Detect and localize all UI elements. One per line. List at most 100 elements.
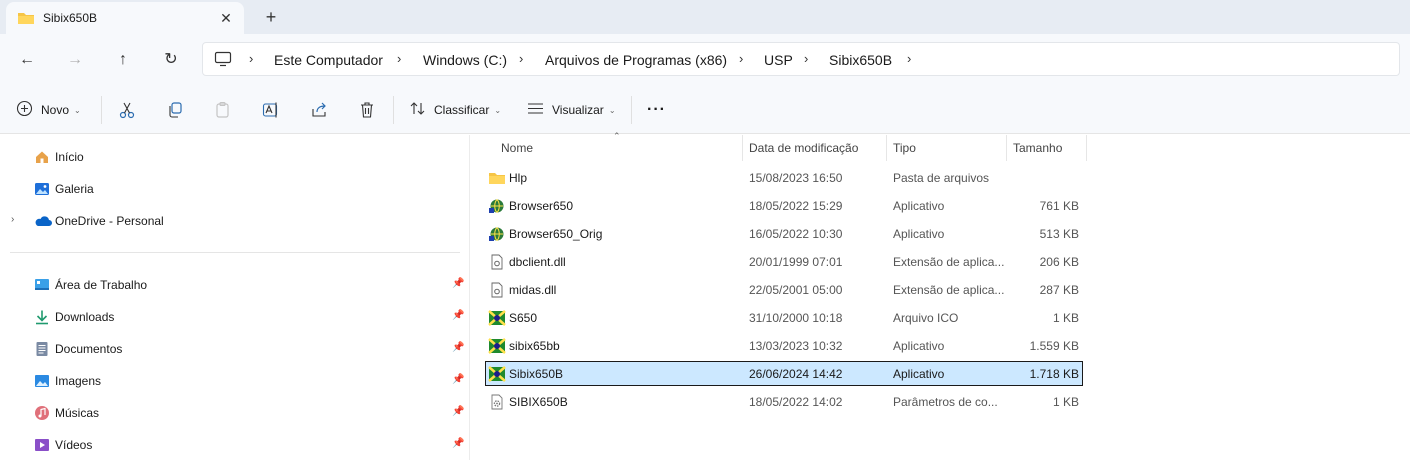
desktop-icon (34, 277, 50, 293)
pin-icon[interactable]: 📌 (452, 438, 464, 449)
sidebar-item-galeria[interactable]: Galeria (0, 177, 470, 201)
pictures-icon (34, 373, 50, 389)
new-tab-button[interactable]: + (262, 7, 280, 27)
breadcrumb-expand-chevron[interactable]: › (907, 51, 911, 66)
file-row-sibix650b-selected[interactable]: Sibix650B 26/06/2024 14:42 Aplicativo 1.… (485, 361, 1083, 386)
sidebar-item-onedrive[interactable]: › OneDrive - Personal (0, 209, 470, 233)
sidebar-item-inicio[interactable]: Início (0, 145, 470, 169)
file-date: 20/01/1999 07:01 (749, 255, 843, 269)
refresh-button[interactable]: ↻ (159, 48, 183, 72)
view-list-icon (527, 100, 544, 120)
dll-icon (488, 282, 506, 298)
sidebar-item-videos[interactable]: Vídeos 📌 (0, 433, 470, 457)
breadcrumb-separator: › (804, 51, 809, 66)
title-bar: Sibix650B ✕ + (0, 0, 1410, 34)
address-bar[interactable]: › Este Computador › Windows (C:) › Arqui… (202, 42, 1400, 76)
file-type: Aplicativo (893, 367, 945, 381)
delete-icon[interactable] (357, 100, 377, 120)
sidebar-item-imagens[interactable]: Imagens 📌 (0, 369, 470, 393)
copy-icon[interactable] (165, 100, 185, 120)
column-header-date[interactable]: Data de modificação (749, 141, 858, 165)
sidebar-item-label: Área de Trabalho (55, 278, 148, 292)
sidebar-item-musicas[interactable]: Músicas 📌 (0, 401, 470, 425)
file-row-dbclient-dll[interactable]: dbclient.dll 20/01/1999 07:01 Extensão d… (485, 249, 1083, 275)
breadcrumb-arquivos-de-programas[interactable]: Arquivos de Programas (x86) (545, 52, 727, 68)
videos-icon (34, 437, 50, 453)
close-tab-icon[interactable]: ✕ (218, 10, 234, 26)
tab-sibix650b[interactable]: Sibix650B ✕ (6, 2, 244, 34)
file-name: midas.dll (509, 283, 557, 297)
pin-icon[interactable]: 📌 (452, 278, 464, 289)
plus-circle-icon (16, 100, 33, 120)
breadcrumb-sibix650b[interactable]: Sibix650B (829, 52, 892, 68)
computer-icon (214, 51, 232, 70)
file-row-browser650[interactable]: Browser650 18/05/2022 15:29 Aplicativo 7… (485, 193, 1083, 219)
new-button[interactable]: Novo ⌄ (16, 100, 81, 120)
sidebar-item-area-de-trabalho[interactable]: Área de Trabalho 📌 (0, 273, 470, 297)
chevron-down-icon: ⌄ (74, 105, 81, 115)
file-size: 1 KB (1052, 395, 1079, 409)
forward-button[interactable]: → (63, 48, 87, 72)
pin-icon[interactable]: 📌 (452, 374, 464, 385)
column-divider[interactable] (1006, 135, 1007, 161)
column-divider[interactable] (1086, 135, 1087, 161)
file-name: Browser650_Orig (509, 227, 603, 241)
file-row-midas-dll[interactable]: midas.dll 22/05/2001 05:00 Extensão de a… (485, 277, 1083, 303)
file-type: Arquivo ICO (893, 311, 959, 325)
sidebar-item-label: Músicas (55, 406, 100, 420)
chevron-down-icon: ⌄ (494, 105, 502, 115)
back-button[interactable]: ← (15, 48, 39, 72)
file-row-sibix650b-ini[interactable]: SIBIX650B 18/05/2022 14:02 Parâmetros de… (485, 389, 1083, 415)
sidebar-item-documentos[interactable]: Documentos 📌 (0, 337, 470, 361)
file-type: Extensão de aplica... (893, 283, 1005, 297)
address-row: ← → ↑ ↻ › Este Computador › Windows (C:)… (0, 34, 1410, 86)
column-divider[interactable] (886, 135, 887, 161)
sibix-icon (488, 310, 506, 326)
column-header-size[interactable]: Tamanho (1013, 141, 1062, 165)
file-row-browser650-orig[interactable]: Browser650_Orig 16/05/2022 10:30 Aplicat… (485, 221, 1083, 247)
file-row-s650[interactable]: S650 31/10/2000 10:18 Arquivo ICO 1 KB (485, 305, 1083, 331)
rename-icon[interactable] (261, 100, 281, 120)
breadcrumb-usp[interactable]: USP (764, 52, 793, 68)
cut-icon[interactable] (117, 100, 137, 120)
file-name: Browser650 (509, 199, 574, 213)
divider (101, 96, 102, 124)
navigation-pane: Início Galeria › OneDrive - Personal Áre… (0, 135, 470, 460)
sort-button[interactable]: Classificar ⌄ (409, 100, 501, 120)
sidebar-item-label: Imagens (55, 374, 102, 388)
file-type: Aplicativo (893, 339, 945, 353)
sidebar-item-label: Vídeos (55, 438, 93, 452)
chevron-right-icon[interactable]: › (11, 214, 14, 225)
file-date: 16/05/2022 10:30 (749, 227, 843, 241)
up-button[interactable]: ↑ (111, 48, 135, 72)
file-size: 1.559 KB (1029, 339, 1079, 353)
dll-icon (488, 254, 506, 270)
file-name: Hlp (509, 171, 528, 185)
column-header-type[interactable]: Tipo (893, 141, 916, 165)
column-header-name[interactable]: Nome (501, 141, 533, 165)
pin-icon[interactable]: 📌 (452, 406, 464, 417)
file-row-sibix65bb[interactable]: sibix65bb 13/03/2023 10:32 Aplicativo 1.… (485, 333, 1083, 359)
file-row-hlp[interactable]: Hlp 15/08/2023 16:50 Pasta de arquivos (485, 165, 1083, 191)
app-globe-icon (488, 198, 506, 214)
file-size: 206 KB (1039, 255, 1079, 269)
file-size: 513 KB (1039, 227, 1079, 241)
pin-icon[interactable]: 📌 (452, 310, 464, 321)
sidebar-item-downloads[interactable]: Downloads 📌 (0, 305, 470, 329)
sort-ascending-icon: ⌃ (613, 131, 621, 141)
file-type: Extensão de aplica... (893, 255, 1005, 269)
sibix-icon (488, 338, 506, 354)
paste-icon[interactable] (213, 100, 233, 120)
view-button[interactable]: Visualizar ⌄ (527, 100, 616, 120)
share-icon[interactable] (309, 100, 329, 120)
column-divider[interactable] (742, 135, 743, 161)
more-options-button[interactable]: ··· (647, 100, 666, 120)
breadcrumb-este-computador[interactable]: Este Computador (274, 52, 383, 68)
breadcrumb-windows-c[interactable]: Windows (C:) (423, 52, 507, 68)
file-date: 22/05/2001 05:00 (749, 283, 843, 297)
divider (631, 96, 632, 124)
sidebar-item-label: Downloads (55, 310, 115, 324)
breadcrumb-separator: › (739, 51, 744, 66)
file-type: Aplicativo (893, 227, 945, 241)
pin-icon[interactable]: 📌 (452, 342, 464, 353)
